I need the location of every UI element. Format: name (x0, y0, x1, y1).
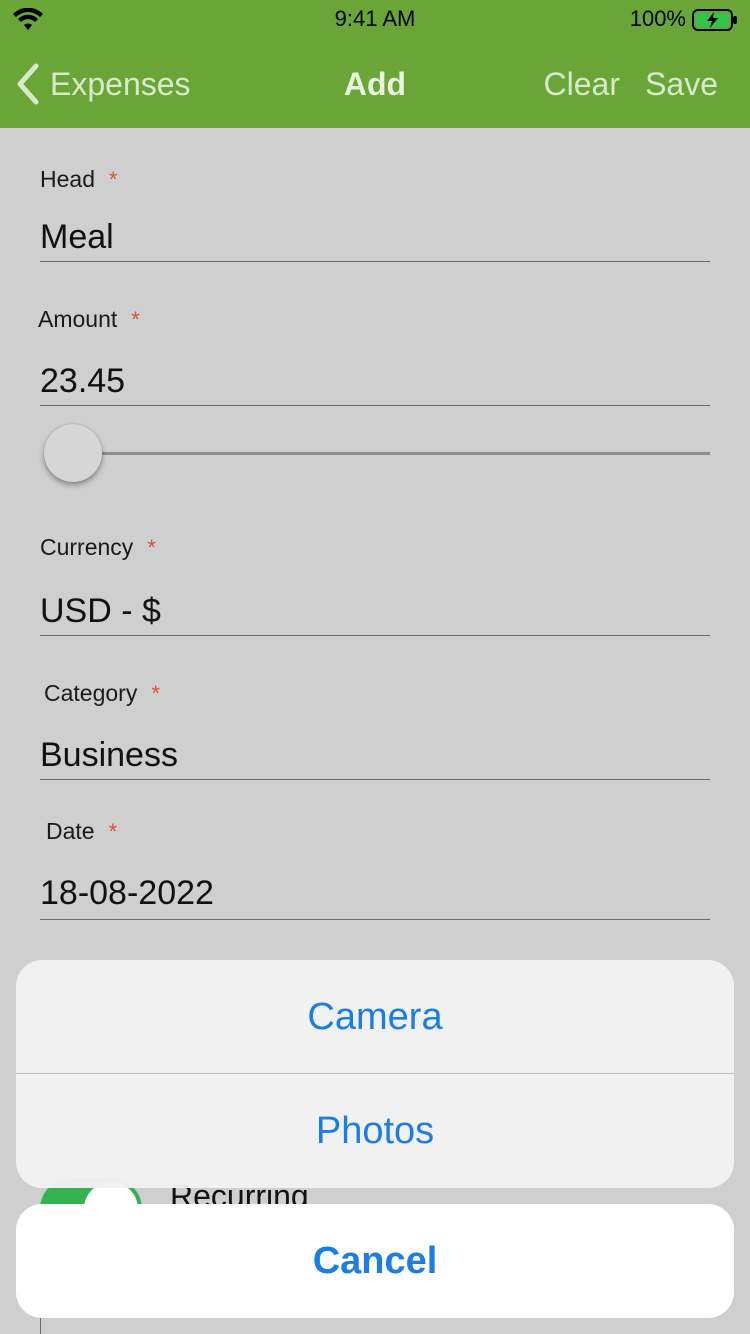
amount-slider-track[interactable] (72, 452, 710, 455)
required-marker: * (131, 307, 140, 332)
battery-percentage: 100% (629, 6, 686, 31)
page-title: Add (343, 66, 407, 102)
navigation-bar: Expenses Add Clear Save (0, 40, 750, 128)
app-header: 9:41 AM 100% Expenses Add Clear Save (0, 0, 750, 128)
required-marker: * (108, 167, 118, 192)
save-button[interactable]: Save (645, 40, 718, 128)
head-input[interactable]: Meal (40, 218, 114, 257)
head-label: Head * (40, 166, 118, 192)
date-label: Date * (46, 818, 118, 844)
required-marker: * (151, 681, 160, 706)
date-underline (40, 919, 710, 920)
amount-field[interactable]: Amount * 23.45 (38, 306, 710, 406)
date-input[interactable]: 18-08-2022 (40, 874, 214, 913)
battery-charging-icon (692, 9, 737, 31)
currency-field[interactable]: Currency * USD - $ (40, 534, 710, 636)
status-bar: 9:41 AM 100% (0, 0, 750, 40)
category-label: Category * (44, 680, 160, 706)
camera-option[interactable]: Camera (16, 960, 734, 1074)
category-underline (40, 779, 710, 780)
action-sheet: Camera Photos (16, 960, 734, 1188)
amount-label: Amount * (38, 306, 140, 332)
currency-select[interactable]: USD - $ (40, 592, 161, 631)
amount-underline (40, 405, 710, 406)
category-select[interactable]: Business (40, 736, 178, 775)
cancel-button[interactable]: Cancel (16, 1204, 734, 1318)
head-underline (40, 261, 710, 262)
category-field[interactable]: Category * Business (40, 680, 710, 780)
photos-option[interactable]: Photos (16, 1074, 734, 1188)
amount-slider-thumb[interactable] (44, 424, 102, 482)
required-marker: * (147, 535, 156, 560)
head-field[interactable]: Head * Meal (40, 166, 710, 262)
amount-input[interactable]: 23.45 (40, 362, 125, 401)
required-marker: * (108, 819, 118, 844)
clear-button[interactable]: Clear (544, 40, 620, 128)
currency-label: Currency * (40, 534, 156, 560)
currency-underline (40, 635, 710, 636)
date-field[interactable]: Date * 18-08-2022 (40, 818, 710, 920)
